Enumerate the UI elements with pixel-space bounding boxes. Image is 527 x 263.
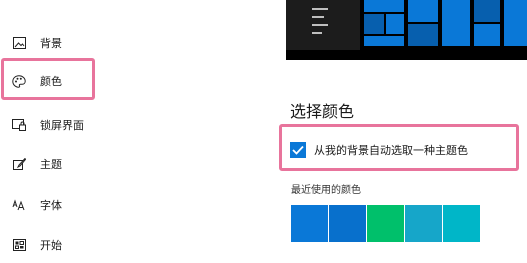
sidebar-item-label: 开始 — [40, 240, 62, 252]
preview-menu-line — [312, 8, 328, 10]
color-swatch[interactable] — [405, 205, 442, 242]
personalization-window: 背景 颜色 锁屏界面 主题 字体 开始 选择颜色 从我的背景自动选取一种主题色 … — [0, 0, 527, 263]
preview-tile — [408, 24, 438, 46]
palette-icon — [12, 74, 26, 88]
sidebar-item-background[interactable]: 背景 — [8, 28, 208, 58]
sidebar-item-label: 字体 — [40, 200, 62, 212]
theme-brush-icon — [12, 157, 26, 171]
start-icon — [12, 238, 26, 252]
auto-accent-label: 从我的背景自动选取一种主题色 — [314, 145, 468, 157]
sidebar-item-color[interactable]: 颜色 — [8, 66, 208, 96]
font-icon — [12, 198, 26, 212]
section-title: 选择颜色 — [290, 104, 355, 121]
sidebar-item-label: 主题 — [40, 159, 62, 171]
preview-menu-line — [312, 16, 324, 18]
color-swatch[interactable] — [329, 205, 366, 242]
preview-tile — [364, 0, 404, 12]
sidebar-item-label: 背景 — [40, 38, 62, 50]
preview-tile — [442, 0, 470, 46]
sidebar-item-label: 颜色 — [40, 76, 62, 88]
sidebar: 背景 颜色 锁屏界面 主题 字体 开始 — [0, 0, 230, 263]
sidebar-item-themes[interactable]: 主题 — [8, 149, 208, 179]
color-swatch[interactable] — [291, 205, 328, 242]
preview-menu-line — [312, 24, 328, 26]
checkmark-icon — [292, 145, 304, 155]
preview-tile — [386, 14, 404, 34]
preview-tile — [364, 14, 384, 34]
picture-icon — [12, 36, 26, 50]
preview-tile — [474, 24, 500, 46]
auto-accent-checkbox-row[interactable]: 从我的背景自动选取一种主题色 — [290, 140, 468, 160]
color-swatch[interactable] — [443, 205, 480, 242]
lock-screen-icon — [12, 118, 26, 132]
color-swatch[interactable] — [367, 205, 404, 242]
preview-tile — [408, 0, 438, 22]
sidebar-item-label: 锁屏界面 — [40, 120, 84, 132]
sidebar-item-lock-screen[interactable]: 锁屏界面 — [8, 110, 208, 140]
sidebar-item-start[interactable]: 开始 — [8, 230, 208, 260]
preview-menu-line — [312, 32, 322, 34]
sidebar-item-fonts[interactable]: 字体 — [8, 190, 208, 220]
auto-accent-checkbox[interactable] — [290, 142, 306, 158]
preview-tile — [504, 0, 527, 46]
recent-colors — [291, 205, 481, 242]
preview-tile — [474, 0, 500, 22]
theme-preview — [286, 0, 527, 60]
preview-tile — [364, 36, 404, 46]
recent-colors-label: 最近使用的颜色 — [291, 185, 361, 196]
